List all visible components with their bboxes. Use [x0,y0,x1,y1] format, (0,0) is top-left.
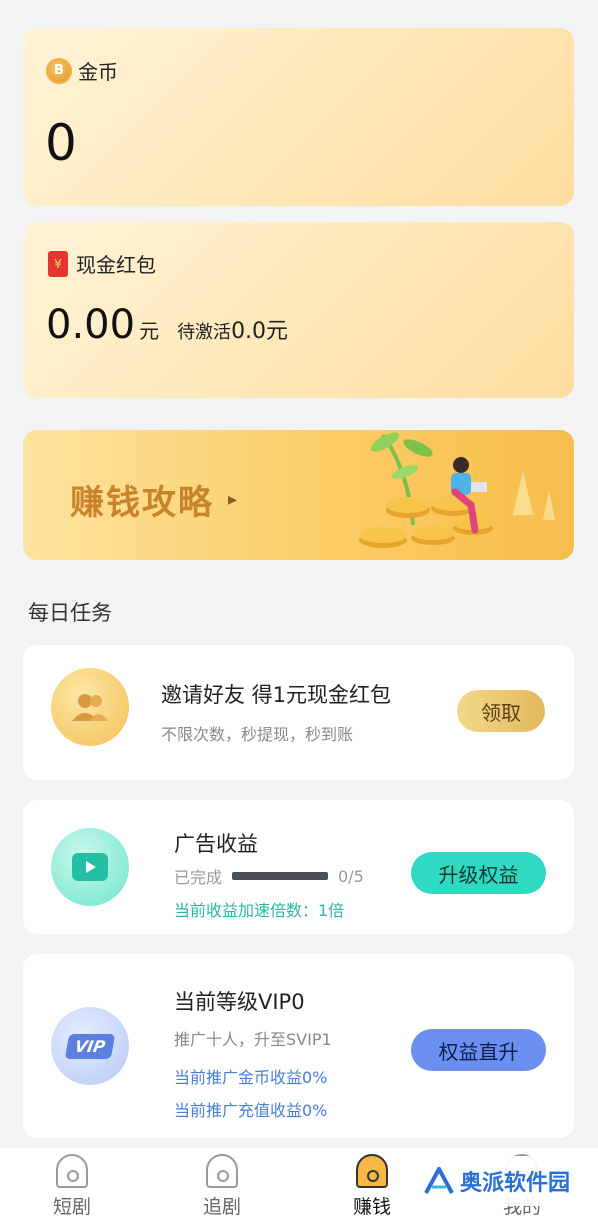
ad-progress-bar [232,872,329,880]
nav-label: 追剧 [202,1196,241,1218]
vip-recharge-rate: 当前推广充值收益0% [174,1101,328,1120]
red-envelope-icon: ¥ [48,250,68,277]
ad-progress-value: 0/5 [338,866,364,886]
bottom-navigation: 短剧 追剧 赚钱 我的 奥派软件园 [0,1148,598,1220]
red-packet-header: ¥ 现金红包 [48,249,156,278]
vip-title: 当前等级VIP0 [174,990,305,1014]
claim-button[interactable]: 领取 [457,690,545,732]
coins-header: B 金币 [46,56,118,85]
nav-item-short-drama[interactable]: 短剧 [27,1154,117,1219]
watermark-logo-icon [424,1167,454,1194]
coin-icon: B [46,57,72,84]
coins-card[interactable]: B 金币 0 [23,28,574,206]
nav-label: 短剧 [52,1196,91,1218]
earn-guide-banner[interactable]: 赚钱攻略 ▸ [23,430,574,560]
follow-drama-icon [206,1154,238,1188]
instant-upgrade-button[interactable]: 权益直升 [411,1029,546,1071]
daily-tasks-title: 每日任务 [28,601,112,625]
nav-item-follow-drama[interactable]: 追剧 [177,1154,267,1219]
earn-icon [356,1154,388,1188]
invite-subtitle: 不限次数，秒提现，秒到账 [161,725,354,744]
ad-progress-row: 已完成 0/5 [174,864,364,888]
vip-coin-rate: 当前推广金币收益0% [174,1068,328,1087]
vip-level-card: VIP 当前等级VIP0 推广十人，升至SVIP1 当前推广金币收益0% 当前推… [23,954,574,1138]
vip-badge-icon: VIP [51,1007,129,1085]
red-packet-unit: 元 [139,319,160,343]
watermark-text: 奥派软件园 [460,1171,571,1196]
red-packet-amount: 0.00 元 待激活 0.0元 [46,302,288,348]
ad-speed-text: 当前收益加速倍数：1倍 [174,901,345,920]
coins-value: 0 [45,114,77,172]
banner-title: 赚钱攻略 [70,483,214,523]
pending-label: 待激活 [177,322,232,343]
vip-subtitle: 推广十人，升至SVIP1 [174,1030,332,1049]
nav-item-earn[interactable]: 赚钱 [327,1154,417,1219]
ad-earnings-card: 广告收益 已完成 0/5 当前收益加速倍数：1倍 升级权益 [23,800,574,934]
banner-title-row: 赚钱攻略 ▸ [70,475,239,524]
invite-title: 邀请好友 得1元现金红包 [161,683,392,707]
short-drama-icon [56,1154,88,1188]
red-packet-card[interactable]: ¥ 现金红包 0.00 元 待激活 0.0元 [23,222,574,398]
video-play-icon [51,828,129,906]
red-packet-label: 现金红包 [76,253,156,277]
arrow-right-icon: ▸ [228,489,240,510]
coins-illustration [359,432,555,548]
watermark: 奥派软件园 [414,1156,581,1206]
ad-earnings-title: 广告收益 [174,832,258,856]
invite-task-card: 邀请好友 得1元现金红包 不限次数，秒提现，秒到账 领取 [23,645,574,780]
vip-badge-text: VIP [64,1033,116,1059]
upgrade-benefits-button[interactable]: 升级权益 [411,852,546,894]
pending-value: 0.0元 [231,319,289,344]
red-packet-value: 0.00 [46,302,136,348]
friends-icon [51,668,129,746]
coins-label: 金币 [78,60,118,84]
ad-progress-label: 已完成 [174,868,223,887]
nav-label: 赚钱 [352,1196,391,1218]
